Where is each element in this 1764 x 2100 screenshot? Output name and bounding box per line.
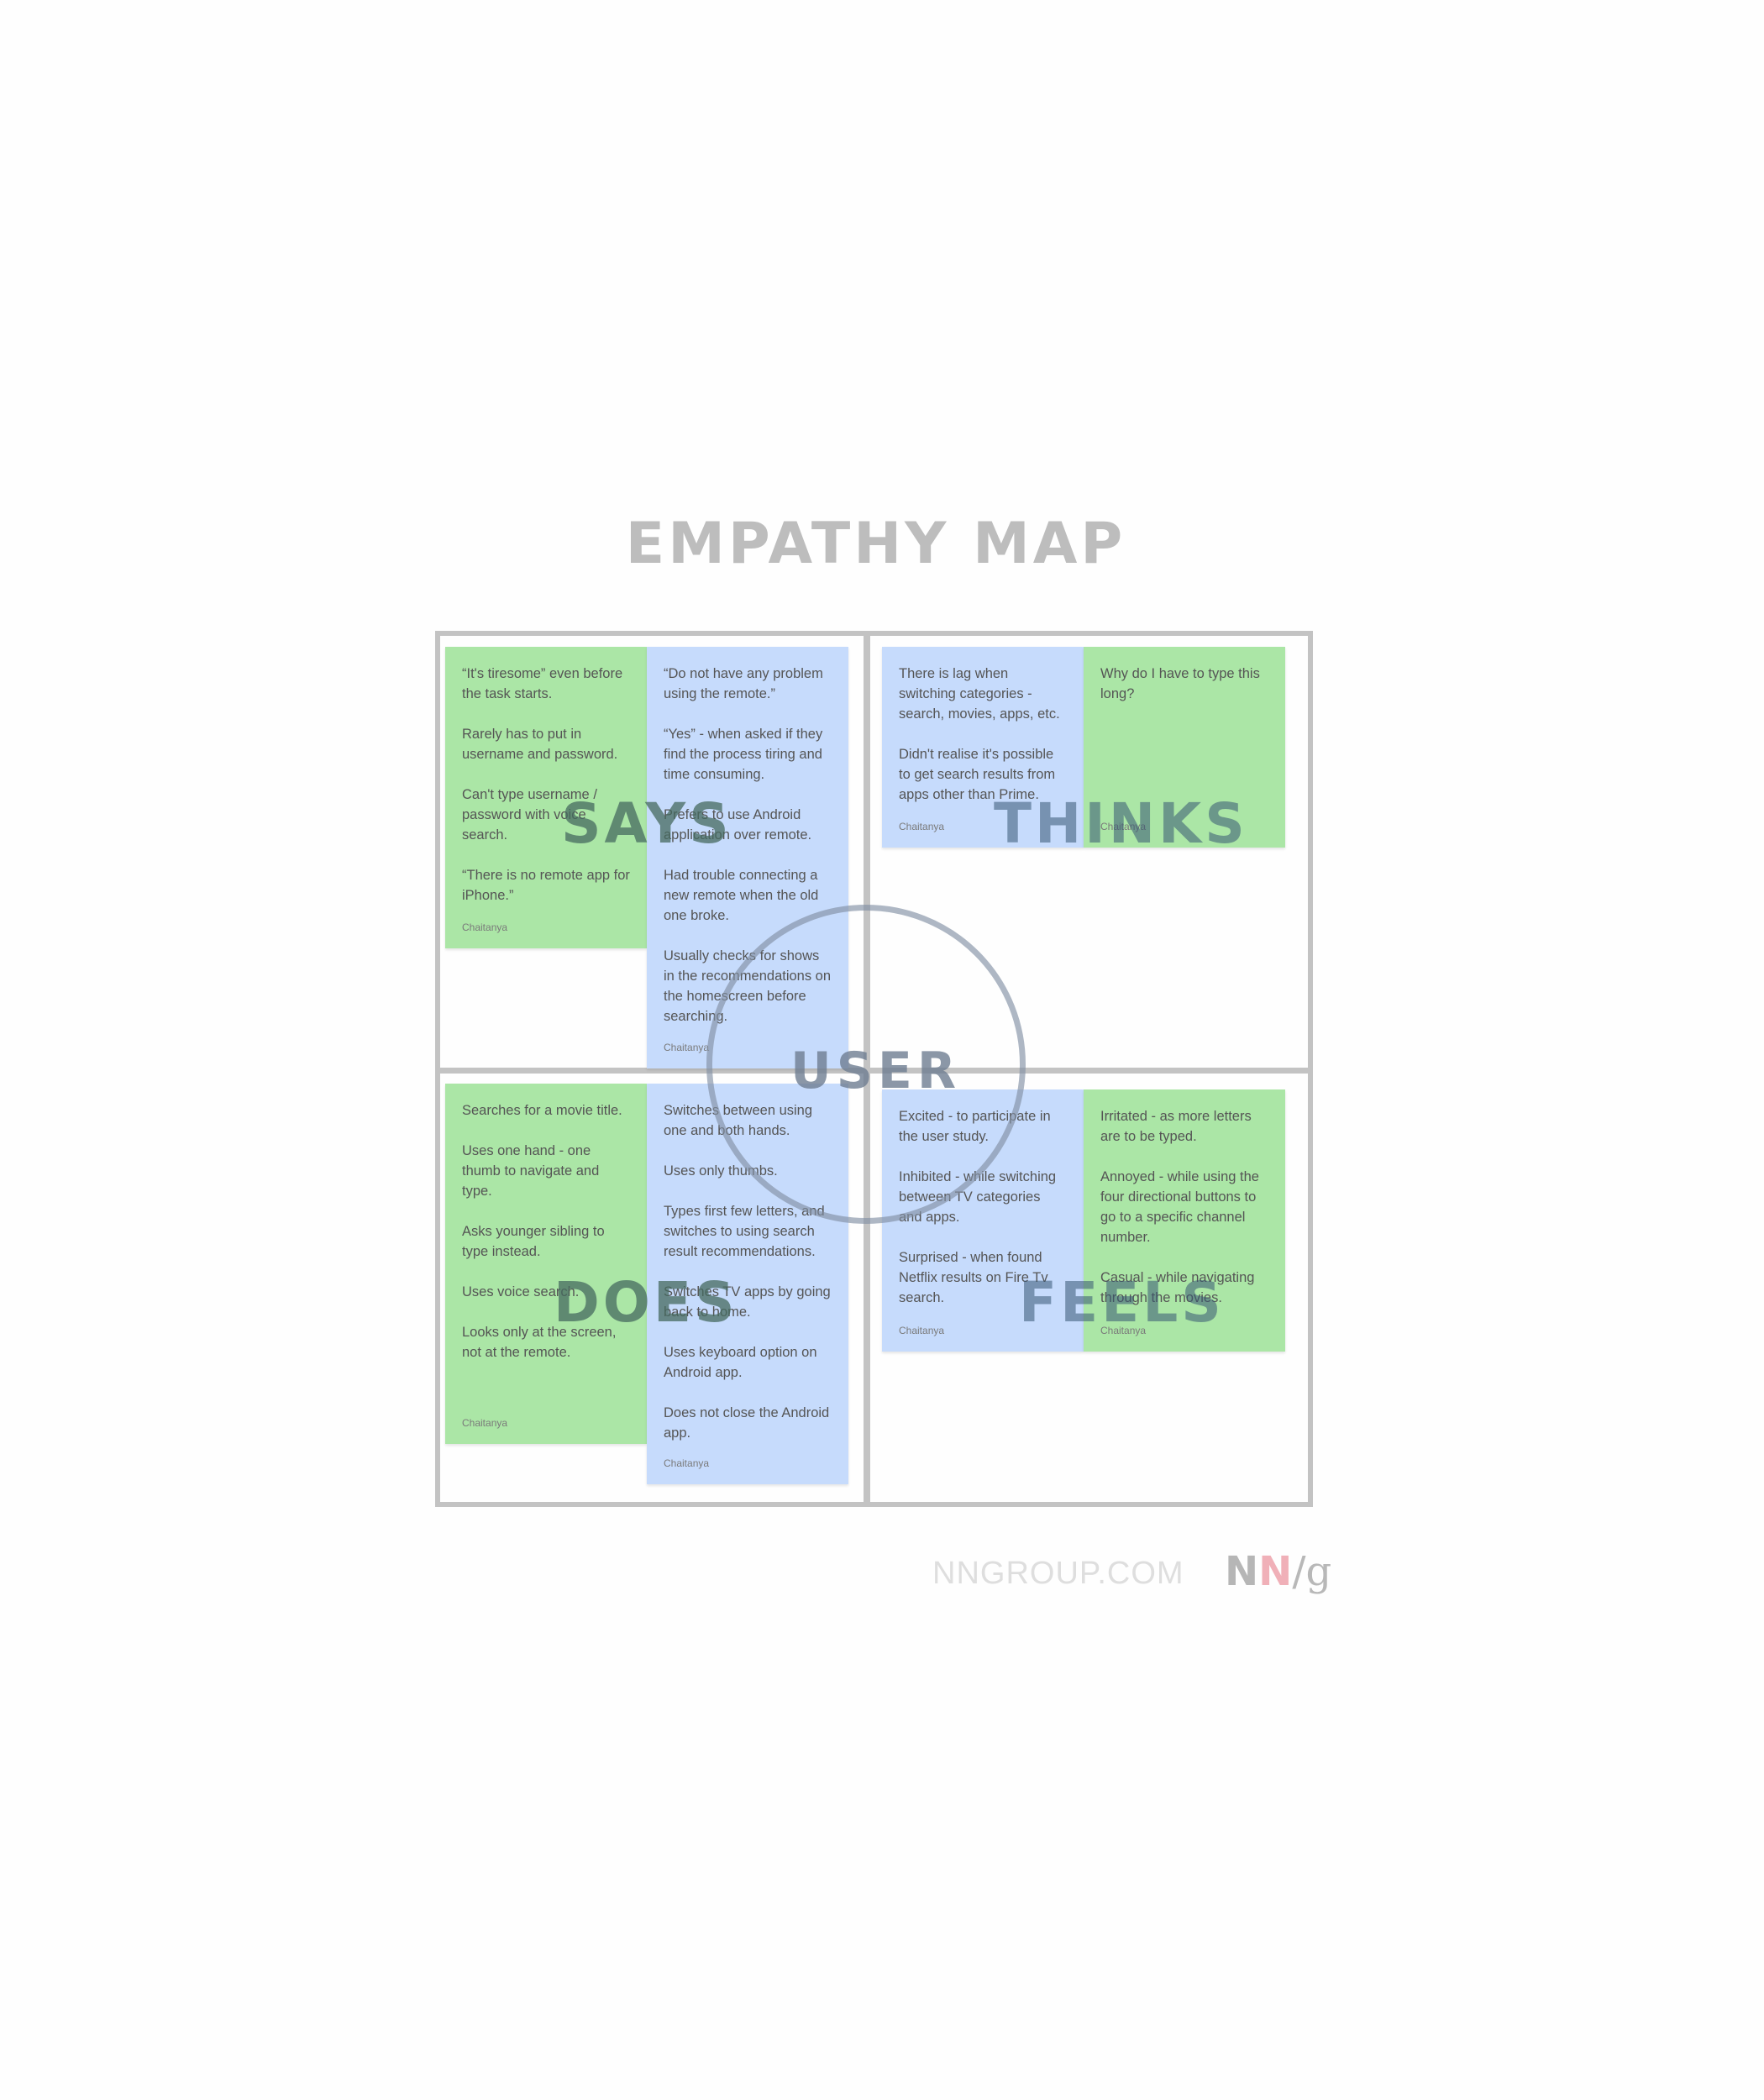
note-author: Chaitanya <box>462 1417 508 1429</box>
note-item: “Do not have any problem using the remot… <box>664 666 823 701</box>
note-author: Chaitanya <box>899 821 945 832</box>
note-item: “There is no remote app for iPhone.” <box>462 868 630 903</box>
sticky-note-thinks-green[interactable]: Why do I have to type this long? Chaitan… <box>1084 647 1285 848</box>
note-item: Irritated - as more letters are to be ty… <box>1100 1109 1252 1144</box>
note-item: Uses keyboard option on Android app. <box>664 1345 817 1380</box>
note-item: Can't type username / password with voic… <box>462 787 597 843</box>
note-item: Uses voice search. <box>462 1284 580 1299</box>
note-item: Asks younger sibling to type instead. <box>462 1224 605 1259</box>
note-author: Chaitanya <box>1100 821 1147 832</box>
note-item: There is lag when switching categories -… <box>899 666 1060 722</box>
user-label: USER <box>790 1042 962 1100</box>
page-title: EMPATHY MAP <box>625 511 1126 577</box>
footer-site-link[interactable]: NNGROUP.COM <box>932 1556 1184 1592</box>
note-item: Looks only at the screen, not at the rem… <box>462 1325 617 1360</box>
note-item: Annoyed - while using the four direction… <box>1100 1169 1259 1245</box>
nngroup-logo: NN/g <box>1225 1548 1331 1595</box>
note-item: Surprised - when found Netflix results o… <box>899 1250 1048 1305</box>
note-item: Didn't realise it's possible to get sear… <box>899 747 1056 802</box>
note-item: Searches for a movie title. <box>462 1103 622 1118</box>
note-author: Chaitanya <box>462 921 508 933</box>
note-item: Does not close the Android app. <box>664 1405 830 1441</box>
note-item: “Yes” - when asked if they find the proc… <box>664 727 823 782</box>
logo-slash: / <box>1292 1548 1306 1595</box>
note-author: Chaitanya <box>899 1325 945 1336</box>
note-item: Why do I have to type this long? <box>1100 666 1260 701</box>
note-item: Switches TV apps by going back to home. <box>664 1284 831 1320</box>
logo-letter: N <box>1258 1548 1293 1595</box>
note-item: “It's tiresome” even before the task sta… <box>462 666 623 701</box>
sticky-note-feels-green[interactable]: Irritated - as more letters are to be ty… <box>1084 1089 1285 1352</box>
note-item: Rarely has to put in username and passwo… <box>462 727 618 762</box>
note-item: Prefers to use Android application over … <box>664 807 812 843</box>
note-author: Chaitanya <box>1100 1325 1147 1336</box>
logo-letter: g <box>1305 1548 1332 1595</box>
note-item: Uses one hand - one thumb to navigate an… <box>462 1143 600 1199</box>
note-author: Chaitanya <box>664 1457 710 1469</box>
sticky-note-does-green[interactable]: Searches for a movie title. Uses one han… <box>445 1084 647 1444</box>
note-item: Casual - while navigating through the mo… <box>1100 1270 1255 1305</box>
note-author: Chaitanya <box>664 1042 710 1053</box>
sticky-note-says-green[interactable]: “It's tiresome” even before the task sta… <box>445 647 647 948</box>
logo-letter: N <box>1225 1548 1259 1595</box>
sticky-note-thinks-blue[interactable]: There is lag when switching categories -… <box>882 647 1084 848</box>
